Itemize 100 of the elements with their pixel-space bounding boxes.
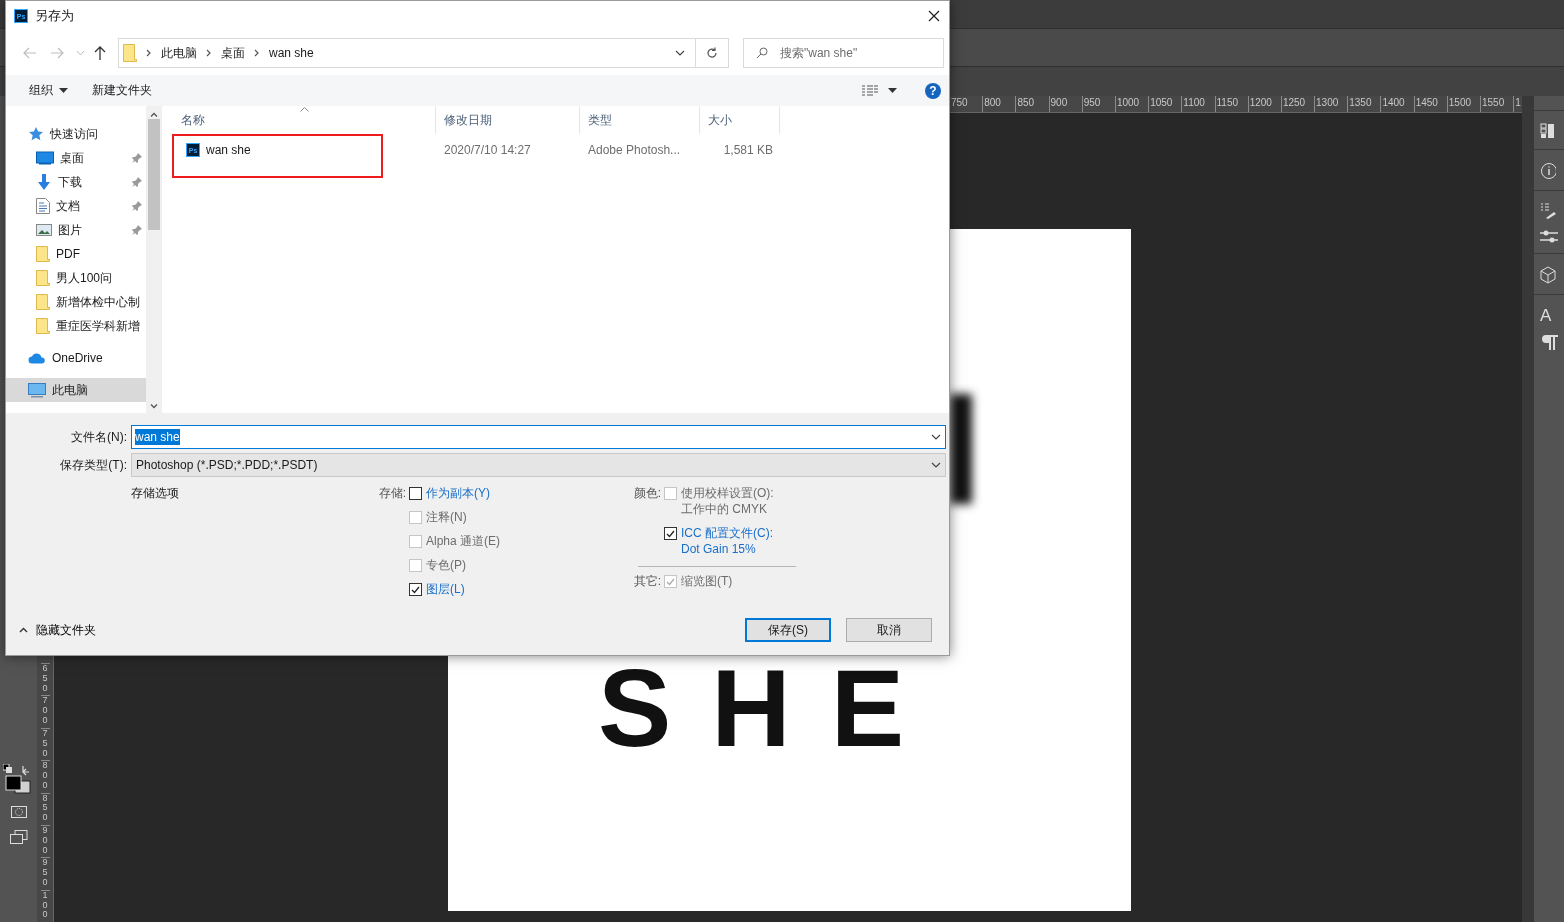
- ruler-label: 1500: [1446, 96, 1480, 112]
- chevron-icon: [19, 627, 28, 633]
- breadcrumb-item[interactable]: 此电脑: [161, 44, 197, 62]
- field-label: 保存类型(T):: [59, 456, 128, 474]
- ruler-label: 1150: [1214, 96, 1248, 112]
- search-field[interactable]: 搜索"wan she": [780, 46, 943, 60]
- checkbox-label: 使用校样设置(O): 工作中的 CMYK: [681, 485, 775, 517]
- dialog-button[interactable]: 取消: [846, 618, 932, 642]
- sort-icon: [300, 107, 309, 112]
- chevron-icon: [76, 51, 84, 55]
- table-cell-text: Adobe Photosh...: [587, 142, 682, 159]
- checkbox-label: 注释(N): [426, 509, 467, 525]
- column-header[interactable]: 类型: [580, 106, 700, 134]
- sliders-icon[interactable]: [1540, 229, 1558, 243]
- document-icon: [36, 198, 50, 214]
- section-title: 存储选项: [131, 485, 180, 502]
- search-box[interactable]: 搜索"wan she": [743, 38, 944, 68]
- chevron-icon: [206, 49, 212, 57]
- group-label: 存储:: [377, 485, 406, 502]
- new-folder-button[interactable]: 新建文件夹: [86, 78, 158, 103]
- image-icon: [36, 223, 52, 237]
- checkbox-label: 作为副本(Y): [426, 485, 490, 501]
- checkbox-label: 图层(L): [426, 581, 465, 597]
- sidebar-item[interactable]: PDF: [6, 242, 146, 266]
- ruler-label: 1050: [1148, 96, 1182, 112]
- ruler-label: 1350: [1347, 96, 1381, 112]
- chevron-icon: [254, 49, 260, 57]
- field-label: 文件名(N):: [70, 428, 128, 446]
- ruler-label: 1250: [1280, 96, 1315, 112]
- pin-icon: [132, 225, 142, 235]
- sidebar-item[interactable]: 桌面: [6, 146, 146, 170]
- brush-icon[interactable]: [1540, 203, 1558, 219]
- ruler-label: 100: [40, 889, 50, 922]
- sidebar-item[interactable]: 图片: [6, 218, 146, 242]
- address-bar[interactable]: 此电脑 桌面 wan she: [118, 38, 729, 68]
- pin-icon: [132, 201, 142, 211]
- layers-icon[interactable]: [1540, 123, 1554, 139]
- file-type-dropdown[interactable]: Photoshop (*.PSD;*.PDD;*.PSDT): [131, 453, 946, 477]
- ruler-label: 800: [40, 760, 50, 793]
- ruler-label: 1300: [1314, 96, 1348, 112]
- character-panel-label[interactable]: A: [1540, 307, 1564, 324]
- canvas-text: SHE: [598, 653, 945, 763]
- chevron-icon: [146, 49, 152, 57]
- ruler-label: 850: [1015, 96, 1049, 112]
- sidebar-item[interactable]: 此电脑: [6, 378, 146, 402]
- sidebar-item[interactable]: 快速访问: [6, 122, 146, 146]
- checkbox[interactable]: [409, 583, 422, 596]
- help-icon[interactable]: ?: [925, 82, 941, 99]
- sidebar-item[interactable]: 新增体检中心制: [6, 290, 146, 314]
- checkbox-label: Alpha 通道(E): [426, 533, 501, 549]
- checkbox-label: 专色(P): [426, 557, 466, 573]
- column-header[interactable]: 修改日期: [436, 106, 580, 134]
- paragraph-icon[interactable]: [1540, 334, 1558, 350]
- column-header[interactable]: 大小: [700, 106, 780, 134]
- checkbox-label: ICC 配置文件(C): Dot Gain 15%: [681, 525, 774, 557]
- window-title: 另存为: [35, 7, 74, 25]
- checkbox[interactable]: [664, 527, 677, 540]
- chevron-icon: [931, 462, 941, 468]
- down-arrow-icon: [36, 174, 52, 190]
- ruler-label: 950: [1081, 96, 1115, 112]
- chevron-icon: [931, 434, 941, 440]
- group-label: 其它:: [632, 573, 661, 590]
- checkbox-label: 缩览图(T): [681, 573, 733, 589]
- table-cell-text: 1,581 KB: [722, 142, 774, 159]
- hide-folders-toggle[interactable]: 隐藏文件夹: [6, 620, 102, 640]
- ruler-label: 900: [1048, 96, 1082, 112]
- ruler-label: 650: [40, 663, 50, 696]
- ruler-label: 800: [982, 96, 1016, 112]
- column-header[interactable]: 名称: [173, 106, 436, 134]
- caret-icon: [888, 88, 897, 93]
- ruler-label: 1400: [1380, 96, 1414, 112]
- checkbox[interactable]: [409, 487, 422, 500]
- refresh-icon: [706, 47, 718, 59]
- info-icon[interactable]: [1540, 162, 1556, 180]
- breadcrumb-item[interactable]: 桌面: [221, 44, 245, 62]
- cube-icon[interactable]: [1540, 266, 1556, 284]
- screen-mode-icon[interactable]: [9, 830, 28, 844]
- organize-menu[interactable]: 组织: [23, 78, 74, 103]
- close-icon: [928, 10, 940, 22]
- sidebar-item[interactable]: OneDrive: [6, 346, 146, 370]
- scroll-down-icon[interactable]: [150, 404, 158, 409]
- sidebar-item[interactable]: 重症医学科新增: [6, 314, 146, 338]
- quick-mask-icon[interactable]: [10, 806, 27, 818]
- back-arrow-icon: [23, 47, 37, 59]
- ruler-label: 1450: [1413, 96, 1447, 112]
- sidebar-item[interactable]: 男人100问: [6, 266, 146, 290]
- chevron-icon: [675, 50, 685, 56]
- dialog-button[interactable]: 保存(S): [745, 618, 831, 642]
- ruler-label: 1200: [1247, 96, 1281, 112]
- sidebar-item[interactable]: 下载: [6, 170, 146, 194]
- sidebar-item[interactable]: 文档: [6, 194, 146, 218]
- cloud-icon: [28, 352, 46, 364]
- filename-field[interactable]: wan she: [131, 425, 946, 449]
- search-icon: [756, 47, 768, 59]
- group-label: 颜色:: [632, 485, 661, 502]
- breadcrumb-item[interactable]: wan she: [269, 46, 314, 60]
- scroll-up-icon[interactable]: [150, 112, 158, 117]
- folder-icon: [123, 44, 137, 62]
- scrollbar[interactable]: [146, 106, 162, 413]
- pin-icon: [132, 177, 142, 187]
